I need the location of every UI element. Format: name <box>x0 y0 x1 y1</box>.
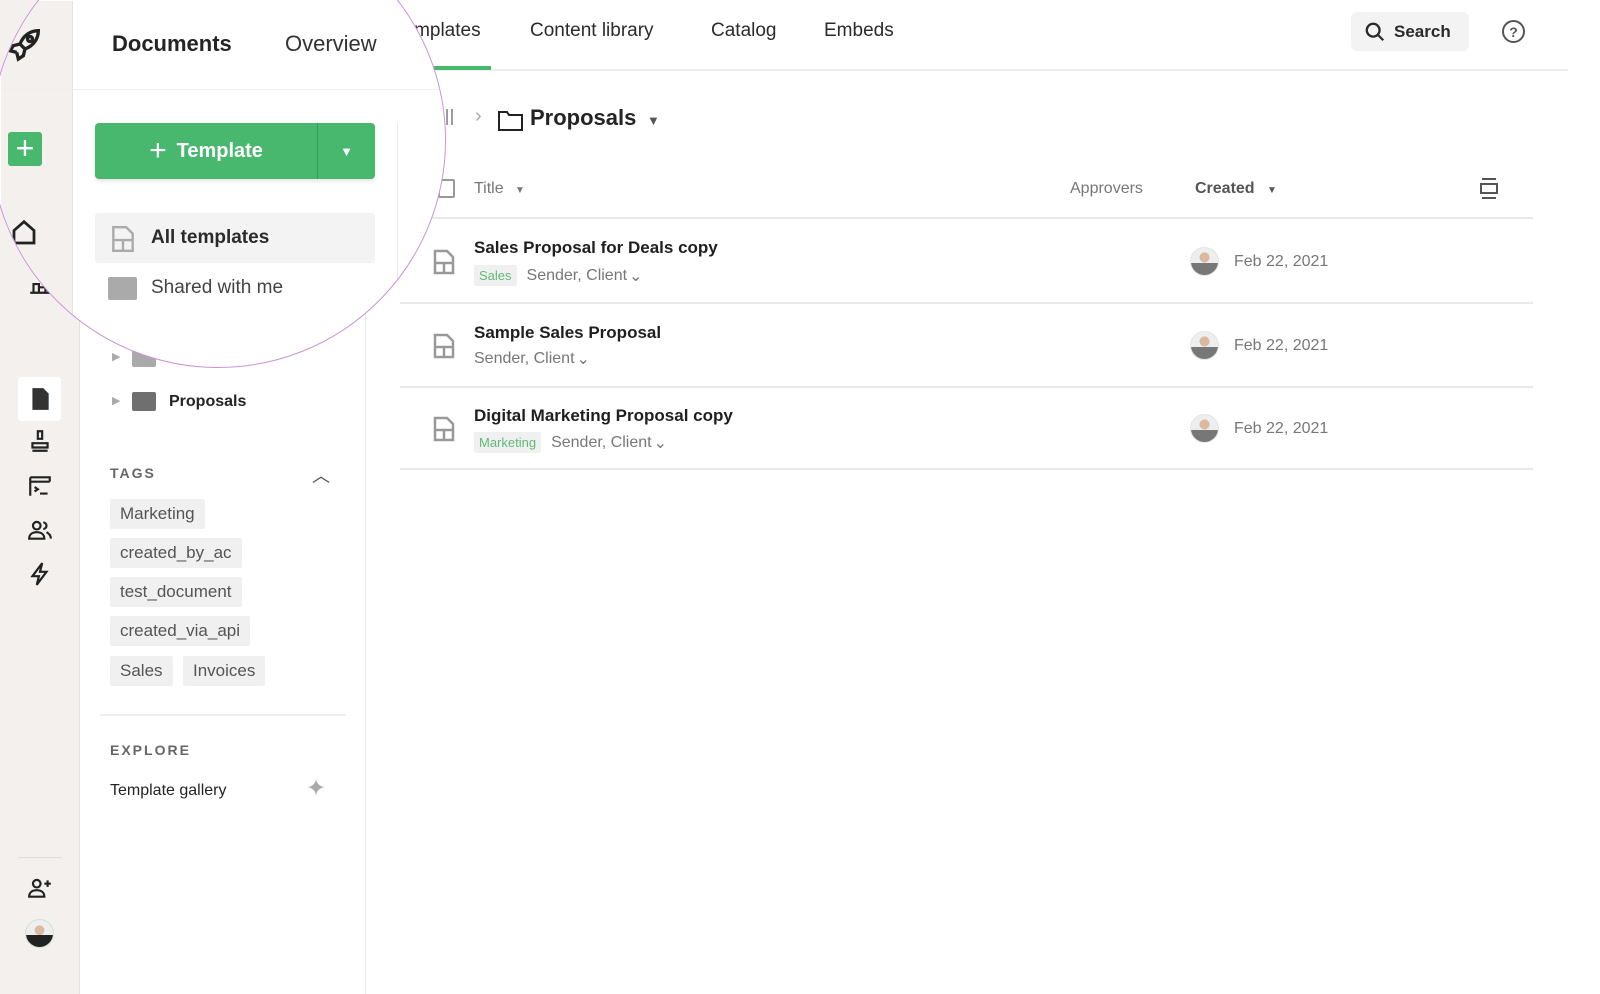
nav-label: All templates <box>151 227 270 248</box>
nav-all-templates[interactable]: All templates <box>95 213 375 263</box>
breadcrumb-separator-icon: › <box>475 105 482 127</box>
new-template-label: Template <box>176 139 263 162</box>
folder-expand-icon[interactable]: ▶ <box>112 394 120 407</box>
column-created[interactable]: Created <box>1195 180 1255 198</box>
template-doc-icon <box>433 416 455 442</box>
automation-bolt-icon[interactable] <box>20 554 60 594</box>
sort-caret-icon[interactable]: ▼ <box>1267 185 1277 196</box>
table-row[interactable]: Sample Sales Proposal Sender, Client ⌄ Fe… <box>400 304 1533 388</box>
tag-chip[interactable]: Marketing <box>110 499 205 529</box>
tab-overview[interactable]: Overview <box>285 31 377 57</box>
user-avatar[interactable] <box>25 919 54 948</box>
tag-chip[interactable]: test_document <box>110 577 242 607</box>
contacts-icon[interactable] <box>20 510 60 550</box>
divider <box>100 714 346 716</box>
search-button[interactable]: Search <box>1351 12 1469 51</box>
tab-content-library[interactable]: Content library <box>530 20 654 42</box>
caret-down-icon[interactable]: ▼ <box>647 113 660 128</box>
analytics-icon[interactable] <box>23 269 53 299</box>
tab-documents[interactable]: Documents <box>112 31 232 57</box>
new-template-button[interactable]: + Template <box>95 123 318 179</box>
home-icon[interactable] <box>9 218 39 248</box>
row-created: Feb 22, 2021 <box>1234 253 1329 270</box>
plus-icon: + <box>149 134 167 167</box>
row-tag[interactable]: Marketing <box>474 432 542 453</box>
templates-icon <box>112 225 134 253</box>
magnifier-overlay: + Documents Overview + Template ▼ All tem… <box>0 0 446 368</box>
rail-divider <box>18 857 62 858</box>
invite-user-icon[interactable] <box>20 868 60 908</box>
column-approvers: Approvers <box>1070 180 1143 197</box>
search-icon <box>1365 22 1385 41</box>
documents-icon[interactable] <box>18 377 61 421</box>
sort-caret-icon[interactable]: ▼ <box>515 185 525 196</box>
tab-embeds[interactable]: Embeds <box>824 20 894 42</box>
folder-outline-icon <box>498 111 523 131</box>
nav-shared-with-me[interactable]: Shared with me <box>151 277 283 299</box>
approver-avatar <box>1190 247 1219 276</box>
tag-chip[interactable]: created_by_ac <box>110 538 242 568</box>
collapse-chevron-up-icon[interactable]: ︿ <box>312 462 330 488</box>
new-template-split-button: + Template ▼ <box>95 123 375 179</box>
tag-chip[interactable]: Invoices <box>183 656 266 686</box>
sparkle-icon: ✦ <box>306 775 327 802</box>
table-row[interactable]: Sales Proposal for Deals copy Sales Sende… <box>400 219 1533 304</box>
tag-chip[interactable]: created_via_api <box>110 616 251 646</box>
row-roles[interactable]: Sender, Client <box>527 267 628 285</box>
rocket-logo-icon[interactable] <box>5 23 45 65</box>
row-title[interactable]: Digital Marketing Proposal copy <box>474 406 733 426</box>
row-roles[interactable]: Sender, Client <box>474 350 575 368</box>
search-label: Search <box>1394 21 1451 41</box>
table-row[interactable]: Digital Marketing Proposal copy Marketin… <box>400 388 1533 470</box>
row-title[interactable]: Sales Proposal for Deals copy <box>474 238 718 258</box>
row-created: Feb 22, 2021 <box>1234 337 1329 354</box>
column-title[interactable]: Title <box>474 180 504 198</box>
template-dropdown-caret-icon[interactable]: ▼ <box>318 123 375 179</box>
density-toggle-icon[interactable] <box>1479 178 1499 199</box>
folder-proposals[interactable]: Proposals <box>169 393 246 411</box>
folder-icon <box>132 392 156 411</box>
create-plus-icon[interactable]: + <box>8 132 42 166</box>
breadcrumb-current[interactable]: Proposals <box>530 105 636 131</box>
row-created: Feb 22, 2021 <box>1234 420 1329 437</box>
row-tag[interactable]: Sales <box>474 265 517 286</box>
row-title[interactable]: Sample Sales Proposal <box>474 323 661 343</box>
explore-heading: EXPLORE <box>110 742 191 758</box>
approver-avatar <box>1190 331 1219 360</box>
chevron-down-icon[interactable]: ⌄ <box>577 349 590 369</box>
tags-heading: TAGS <box>110 465 156 481</box>
help-icon[interactable]: ? <box>1502 20 1525 43</box>
forms-terminal-icon[interactable] <box>20 466 60 506</box>
tab-catalog[interactable]: Catalog <box>711 20 777 42</box>
row-roles[interactable]: Sender, Client <box>551 434 652 452</box>
tag-chip[interactable]: Sales <box>110 656 173 686</box>
chevron-down-icon[interactable]: ⌄ <box>654 433 667 453</box>
shared-folder-icon <box>108 277 137 300</box>
approver-avatar <box>1190 414 1219 443</box>
template-gallery-link[interactable]: Template gallery <box>110 782 227 800</box>
stamp-icon[interactable] <box>20 421 60 461</box>
chevron-down-icon[interactable]: ⌄ <box>629 266 642 286</box>
